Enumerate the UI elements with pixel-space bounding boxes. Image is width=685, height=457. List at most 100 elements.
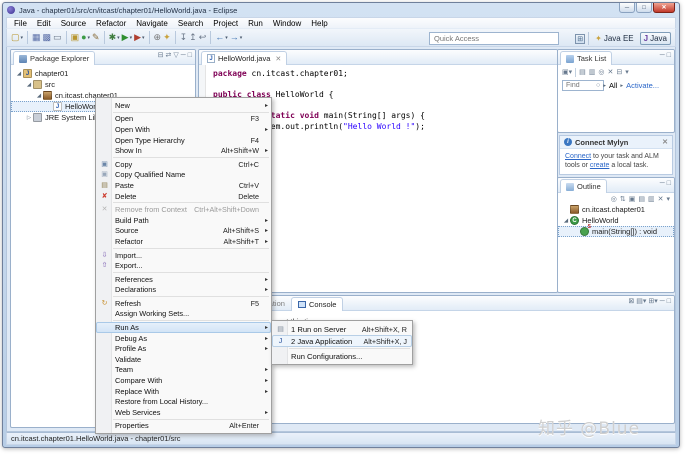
focus-workweek-icon[interactable]: ◎	[598, 69, 604, 76]
focus-icon[interactable]: ◎	[611, 196, 617, 203]
context-menu-item-show-in[interactable]: Show InAlt+Shift+W▸	[96, 145, 271, 156]
menu-navigate[interactable]: Navigate	[131, 18, 173, 29]
context-menu-item-assign-working-sets[interactable]: Assign Working Sets...	[96, 309, 271, 320]
maximize-icon[interactable]: □	[667, 180, 671, 187]
context-menu-item-references[interactable]: References▸	[96, 274, 271, 285]
expand-open-icon[interactable]: ◢	[15, 71, 23, 77]
minimize-window-button[interactable]: ─	[619, 3, 635, 13]
context-menu-item-web-services[interactable]: Web Services▸	[96, 407, 271, 418]
expand-open-icon[interactable]: ◢	[562, 218, 570, 224]
new-button[interactable]: ▢▾	[10, 30, 24, 45]
run-as-item-run-configurations[interactable]: Run Configurations...	[272, 350, 412, 362]
mylyn-link-connect[interactable]: Connect	[565, 153, 591, 160]
context-menu-item-copy[interactable]: ▣CopyCtrl+C	[96, 159, 271, 170]
expand-open-icon[interactable]: ◢	[35, 93, 43, 99]
context-menu-item-declarations[interactable]: Declarations▸	[96, 285, 271, 296]
run-as-item-2-java-application[interactable]: J2 Java ApplicationAlt+Shift+X, J	[272, 335, 412, 347]
expand-closed-icon[interactable]: ▷	[25, 115, 33, 121]
context-menu-item-team[interactable]: Team▸	[96, 365, 271, 376]
last-edit-location-button[interactable]: ↩	[198, 30, 208, 45]
maximize-window-button[interactable]: □	[636, 3, 652, 13]
context-menu-item-validate[interactable]: Validate	[96, 354, 271, 365]
hide-non-public-icon[interactable]: ▥	[648, 196, 655, 203]
tab-package-explorer[interactable]: Package Explorer	[13, 51, 95, 65]
context-menu-item-open-with[interactable]: Open With▸	[96, 124, 271, 135]
context-menu-item-replace-with[interactable]: Replace With▸	[96, 386, 271, 397]
context-menu-item-restore-from-local-history[interactable]: Restore from Local History...	[96, 396, 271, 407]
view-menu-icon[interactable]: ▽	[173, 52, 178, 59]
maximize-icon[interactable]: □	[667, 298, 671, 305]
print-button[interactable]: ▭	[52, 30, 63, 45]
search-button[interactable]: ✦	[162, 30, 172, 45]
link-with-editor-icon[interactable]: ⇄	[166, 52, 172, 59]
context-menu-item-debug-as[interactable]: Debug As▸	[96, 333, 271, 344]
new-jar-button[interactable]: ⊕	[153, 30, 163, 45]
hide-local-types-icon[interactable]: ✕	[658, 196, 664, 203]
forward-button[interactable]: →▾	[229, 30, 244, 45]
collapse-all-icon[interactable]: ⊟	[616, 69, 622, 76]
minimize-icon[interactable]: ─	[660, 180, 665, 187]
save-button[interactable]: ▦	[31, 30, 42, 45]
context-menu-item-source[interactable]: SourceAlt+Shift+S▸	[96, 226, 271, 237]
context-menu-item-build-path[interactable]: Build Path▸	[96, 215, 271, 226]
filter-icon[interactable]: ✕	[608, 69, 614, 76]
context-menu-item-new[interactable]: New▸	[96, 100, 271, 111]
tab-helloworld-java[interactable]: J HelloWorld.java ✕	[201, 51, 287, 65]
categorized-icon[interactable]: ▤	[579, 69, 586, 76]
context-menu-item-copy-qualified-name[interactable]: ▣Copy Qualified Name	[96, 170, 271, 181]
back-button[interactable]: ←▾	[214, 30, 229, 45]
mylyn-close-icon[interactable]: ✕	[662, 138, 668, 146]
package-explorer-item-src[interactable]: ◢src	[11, 79, 195, 90]
context-menu-item-compare-with[interactable]: Compare With▸	[96, 375, 271, 386]
minimize-icon[interactable]: ─	[660, 298, 665, 305]
collapse-all-icon[interactable]: ⊟	[158, 52, 164, 59]
next-annotation-button[interactable]: ↧	[179, 30, 189, 45]
sort-icon[interactable]: ⇅	[620, 196, 626, 203]
tab-outline[interactable]: Outline	[560, 179, 607, 193]
perspective-java-ee[interactable]: ✦ Java EE	[592, 33, 637, 44]
context-menu-item-open-type-hierarchy[interactable]: Open Type HierarchyF4	[96, 135, 271, 146]
expand-open-icon[interactable]: ◢	[25, 82, 33, 88]
context-menu-item-properties[interactable]: PropertiesAlt+Enter	[96, 421, 271, 432]
menu-help[interactable]: Help	[306, 18, 332, 29]
view-menu-icon[interactable]: ▾	[625, 69, 629, 76]
outline-item-cn-itcast-chapter01[interactable]: cn.itcast.chapter01	[558, 204, 674, 215]
context-menu-item-refactor[interactable]: RefactorAlt+Shift+T▸	[96, 236, 271, 247]
menu-project[interactable]: Project	[208, 18, 243, 29]
context-menu-item-delete[interactable]: ✘DeleteDelete	[96, 191, 271, 202]
titlebar[interactable]: Java - chapter01/src/cn/itcast/chapter01…	[3, 3, 679, 17]
new-task-icon[interactable]: ▣▾	[562, 69, 572, 76]
context-menu-item-import[interactable]: ⇩Import...	[96, 250, 271, 261]
perspective-java[interactable]: J Java	[640, 32, 671, 45]
menu-file[interactable]: File	[9, 18, 32, 29]
open-console-icon[interactable]: ⊞▾	[648, 298, 657, 305]
menu-window[interactable]: Window	[268, 18, 306, 29]
context-menu-item-export[interactable]: ⇧Export...	[96, 260, 271, 271]
maximize-icon[interactable]: □	[188, 52, 192, 59]
hide-fields-icon[interactable]: ▣	[629, 196, 636, 203]
activate-link[interactable]: Activate...	[626, 81, 659, 90]
open-type-button[interactable]: ✎	[91, 30, 101, 45]
debug-button[interactable]: ✱▾	[108, 30, 121, 45]
close-window-button[interactable]: ✕	[653, 3, 675, 13]
package-explorer-item-chapter01[interactable]: ◢Jchapter01	[11, 68, 195, 79]
new-java-project-button[interactable]: ▣	[70, 30, 81, 45]
outline-item-helloworld[interactable]: ◢CHelloWorld	[558, 215, 674, 226]
external-tools-button[interactable]: ▶▾	[133, 30, 145, 45]
tab-console[interactable]: Console	[291, 297, 344, 311]
context-menu-item-refresh[interactable]: ↻RefreshF5	[96, 298, 271, 309]
tab-task-list[interactable]: Task List	[560, 51, 612, 65]
context-menu-item-open[interactable]: OpenF3	[96, 114, 271, 125]
menu-run[interactable]: Run	[243, 18, 268, 29]
menu-search[interactable]: Search	[173, 18, 208, 29]
menu-refactor[interactable]: Refactor	[91, 18, 131, 29]
new-class-button[interactable]: ●▾	[80, 30, 91, 45]
minimize-icon[interactable]: ─	[181, 52, 186, 59]
pin-console-icon[interactable]: ⊠	[628, 298, 634, 305]
all-filter-link[interactable]: All	[609, 81, 617, 90]
menu-source[interactable]: Source	[56, 18, 91, 29]
context-menu-item-run-as[interactable]: Run As▸	[96, 322, 271, 333]
view-menu-icon[interactable]: ▾	[666, 196, 670, 203]
minimize-icon[interactable]: ─	[660, 52, 665, 59]
run-button[interactable]: ▶▾	[121, 30, 133, 45]
